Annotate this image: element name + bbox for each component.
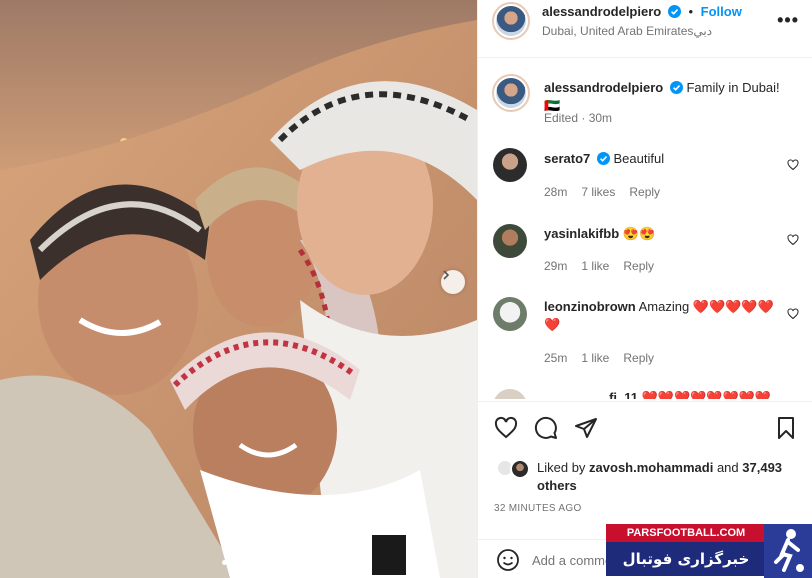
reply-button[interactable]: Reply bbox=[623, 259, 654, 273]
comment-avatar[interactable] bbox=[493, 224, 527, 258]
comment-meta: 29m 1 like Reply bbox=[544, 259, 654, 273]
comment-time[interactable]: 25m bbox=[544, 351, 567, 365]
verified-badge-icon bbox=[596, 152, 610, 165]
more-options-button[interactable]: ••• bbox=[777, 10, 799, 31]
comment-item: serato7 Beautiful bbox=[544, 150, 784, 168]
heart-icon[interactable] bbox=[787, 234, 799, 246]
post-location-native[interactable]: دبي bbox=[693, 24, 712, 38]
comment-likes[interactable]: 1 like bbox=[581, 259, 609, 273]
carousel-next-button[interactable] bbox=[441, 270, 465, 294]
liked-by-user[interactable]: zavosh.mohammadi bbox=[589, 460, 713, 475]
chevron-right-icon bbox=[443, 270, 450, 280]
carousel-dot bbox=[240, 560, 245, 565]
caption-meta: Edited · 30m bbox=[544, 111, 612, 125]
comment-time[interactable]: 28m bbox=[544, 185, 567, 199]
reply-button[interactable]: Reply bbox=[629, 185, 660, 199]
comment-text: Beautiful bbox=[613, 151, 665, 166]
carousel-dot bbox=[231, 560, 236, 565]
follow-button[interactable]: Follow bbox=[701, 4, 742, 19]
comments-list[interactable]: alessandrodelpiero Family in Dubai! 🇦🇪 E… bbox=[478, 59, 812, 399]
comment-avatar[interactable] bbox=[493, 148, 527, 182]
post-side-panel: alessandrodelpiero • Follow Dubai, Unite… bbox=[477, 0, 812, 578]
comment-meta: 25m 1 like Reply bbox=[544, 351, 654, 365]
comment-icon[interactable] bbox=[534, 416, 558, 440]
comment-username[interactable]: serato7 bbox=[544, 151, 590, 166]
parsfootball-watermark: PARSFOOTBALL.COM خبرگزاری فوتبال ایران bbox=[606, 524, 812, 578]
author-avatar[interactable] bbox=[492, 2, 530, 40]
watermark-site: PARSFOOTBALL.COM bbox=[606, 524, 766, 542]
comment-item: leonzinobrown Amazing ❤️❤️❤️❤️❤️❤️ bbox=[544, 298, 776, 334]
comment-likes[interactable]: 1 like bbox=[581, 351, 609, 365]
watermark-tagline: خبرگزاری فوتبال ایران bbox=[606, 542, 766, 576]
liked-by-prefix: Liked by bbox=[537, 460, 586, 475]
comment-likes[interactable]: 7 likes bbox=[581, 185, 615, 199]
family-selfie-image bbox=[0, 0, 477, 578]
post-photo[interactable] bbox=[0, 0, 477, 578]
comment-username[interactable]: leonzinobrown bbox=[544, 299, 636, 314]
comment-username[interactable]: yasinlakifbb bbox=[544, 226, 619, 241]
caption-username[interactable]: alessandrodelpiero bbox=[544, 80, 663, 95]
heart-icon[interactable] bbox=[494, 416, 518, 440]
verified-badge-icon bbox=[667, 5, 681, 18]
post-timestamp[interactable]: 32 MINUTES AGO bbox=[494, 503, 582, 514]
bookmark-icon[interactable] bbox=[774, 416, 798, 440]
post-actions: Liked by zavosh.mohammadi and 37,493 oth… bbox=[478, 401, 812, 572]
comment-item: yasinlakifbb 😍😍 bbox=[544, 225, 784, 243]
carousel-dots bbox=[222, 560, 245, 565]
header-separator: • bbox=[688, 4, 694, 19]
heart-icon[interactable] bbox=[787, 159, 799, 171]
post-header: alessandrodelpiero • Follow Dubai, Unite… bbox=[478, 0, 812, 58]
liked-by-text: Liked by zavosh.mohammadi and 37,493 oth… bbox=[496, 459, 796, 495]
comment-time[interactable]: 29m bbox=[544, 259, 567, 273]
carousel-dot-active bbox=[222, 560, 227, 565]
reply-button[interactable]: Reply bbox=[623, 351, 654, 365]
liked-by-and: and bbox=[716, 460, 739, 475]
comment-item-partial: _________fi_11 ❤️❤️❤️❤️❤️❤️❤️❤️ bbox=[544, 390, 772, 399]
caption: alessandrodelpiero Family in Dubai! 🇦🇪 bbox=[544, 79, 784, 115]
heart-icon[interactable] bbox=[787, 308, 799, 320]
caption-author-avatar[interactable] bbox=[492, 74, 530, 112]
verified-badge-icon bbox=[669, 81, 683, 94]
comment-meta: 28m 7 likes Reply bbox=[544, 185, 660, 199]
author-username[interactable]: alessandrodelpiero bbox=[542, 4, 661, 19]
caption-edited-time: Edited · 30m bbox=[544, 111, 613, 125]
comment-text: 😍😍 bbox=[622, 226, 656, 241]
share-icon[interactable] bbox=[574, 416, 598, 440]
watermark-logo-icon bbox=[764, 524, 812, 578]
post-location[interactable]: Dubai, United Arab Emirates bbox=[542, 24, 693, 38]
comment-avatar[interactable] bbox=[493, 297, 527, 331]
emoji-icon[interactable] bbox=[496, 548, 520, 572]
comment-avatar[interactable] bbox=[493, 389, 527, 399]
